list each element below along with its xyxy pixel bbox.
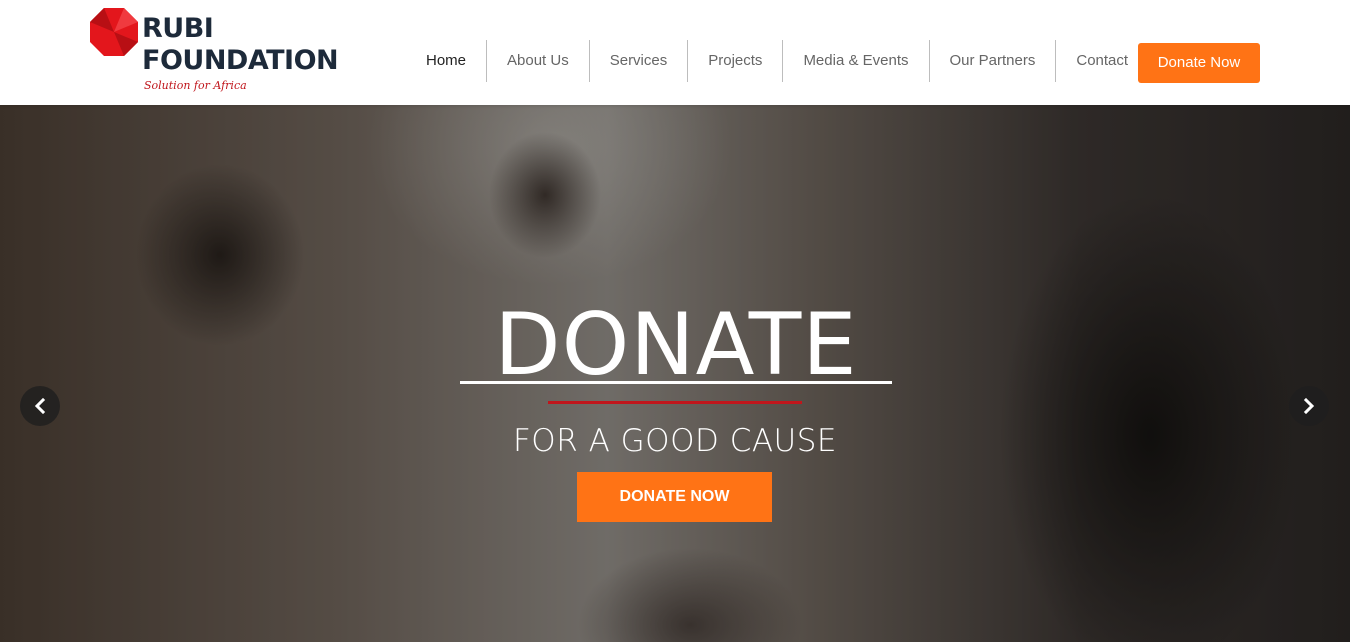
hero-donate-button[interactable]: DONATE NOW bbox=[577, 472, 772, 522]
hero-title-underline bbox=[460, 381, 892, 384]
nav-item-contact[interactable]: Contact bbox=[1056, 40, 1148, 82]
nav-item-projects[interactable]: Projects bbox=[688, 40, 784, 82]
logo-octagon-icon bbox=[90, 8, 138, 56]
hero-divider bbox=[548, 401, 802, 404]
hero-slider: DONATE FOR A GOOD CAUSE DONATE NOW bbox=[0, 105, 1350, 642]
slider-next-button[interactable] bbox=[1289, 386, 1329, 426]
chevron-right-icon bbox=[1303, 398, 1315, 414]
header-donate-button[interactable]: Donate Now bbox=[1138, 43, 1260, 83]
nav-item-services[interactable]: Services bbox=[590, 40, 689, 82]
nav-item-our-partners[interactable]: Our Partners bbox=[930, 40, 1057, 82]
nav-item-about-us[interactable]: About Us bbox=[487, 40, 590, 82]
hero-subtitle: FOR A GOOD CAUSE bbox=[512, 423, 838, 459]
site-logo[interactable]: RUBI FOUNDATION Solution for Africa bbox=[90, 8, 350, 96]
logo-tagline: Solution for Africa bbox=[144, 79, 247, 92]
hero-title: DONATE bbox=[494, 295, 858, 395]
logo-text-line2: FOUNDATION bbox=[142, 45, 339, 76]
logo-text-line1: RUBI bbox=[142, 13, 214, 44]
nav-item-home[interactable]: Home bbox=[406, 40, 488, 82]
slider-prev-button[interactable] bbox=[20, 386, 60, 426]
site-header: RUBI FOUNDATION Solution for Africa Home… bbox=[0, 0, 1350, 105]
chevron-left-icon bbox=[34, 398, 46, 414]
main-nav: Home About Us Services Projects Media & … bbox=[406, 40, 1148, 82]
nav-item-media-events[interactable]: Media & Events bbox=[783, 40, 930, 82]
